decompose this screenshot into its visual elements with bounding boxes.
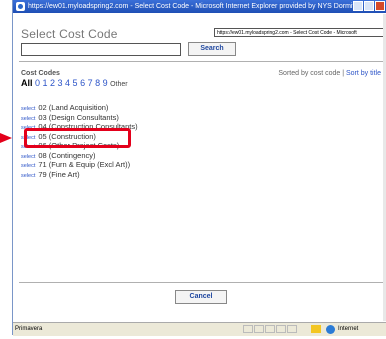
status-panes: [243, 325, 298, 339]
sort-by-title-link[interactable]: Sort by title: [346, 70, 381, 77]
lock-icon: [311, 325, 321, 333]
alpha-filter: All 0 1 2 3 4 5 6 7 8 9 Other: [21, 78, 128, 88]
cancel-button[interactable]: Cancel: [175, 290, 227, 304]
page-title: Select Cost Code: [21, 27, 118, 41]
cost-code-label: 03 (Design Consultants): [38, 112, 119, 122]
close-button[interactable]: [375, 1, 385, 11]
select-link[interactable]: select: [21, 116, 35, 122]
window-controls: [352, 1, 385, 13]
search-input[interactable]: [21, 43, 181, 56]
ie-window: https://ew01.myloadspring2.com - Select …: [12, 0, 386, 336]
window-title: https://ew01.myloadspring2.com - Select …: [28, 3, 361, 10]
globe-icon: [326, 325, 335, 334]
callout-arrow: [0, 133, 12, 143]
divider: [19, 282, 383, 283]
highlight-box: [24, 128, 131, 148]
cost-code-label: 02 (Land Acquisition): [38, 103, 109, 112]
section-title: Cost Codes: [21, 70, 60, 77]
list-item: select 71 (Furn & Equip (Excl Art)): [21, 160, 138, 170]
zone-label: Internet: [338, 326, 359, 332]
ie-app-icon: [16, 2, 25, 11]
select-link[interactable]: select: [21, 154, 35, 160]
url-tooltip: https://ew01.myloadspring2.com - Select …: [214, 28, 386, 37]
filter-digits[interactable]: 0 1 2 3 4 5 6 7 8 9: [35, 78, 108, 88]
list-item: select 08 (Contingency): [21, 151, 138, 161]
filter-all[interactable]: All: [21, 78, 33, 88]
list-item: select 79 (Fine Art): [21, 170, 138, 180]
filter-other[interactable]: Other: [110, 81, 128, 88]
list-item: select 03 (Design Consultants): [21, 113, 138, 123]
sort-status: Sorted by cost code |: [278, 70, 345, 77]
cost-code-label: 08 (Contingency): [38, 150, 96, 160]
title-bar: https://ew01.myloadspring2.com - Select …: [13, 0, 386, 13]
select-link[interactable]: select: [21, 173, 35, 179]
divider: [19, 61, 383, 62]
status-bar: Primavera Internet: [13, 322, 386, 336]
select-link[interactable]: select: [21, 163, 35, 169]
search-button[interactable]: Search: [188, 42, 236, 56]
cost-code-label: 79 (Fine Art): [38, 169, 80, 179]
cost-code-label: 71 (Furn & Equip (Excl Art)): [38, 160, 131, 169]
list-item: select 02 (Land Acquisition): [21, 103, 138, 113]
minimize-button[interactable]: [353, 1, 363, 11]
status-text: Primavera: [15, 326, 43, 332]
select-link[interactable]: select: [21, 106, 35, 112]
maximize-button[interactable]: [364, 1, 374, 11]
sort-options: Sorted by cost code | Sort by title: [278, 70, 381, 77]
